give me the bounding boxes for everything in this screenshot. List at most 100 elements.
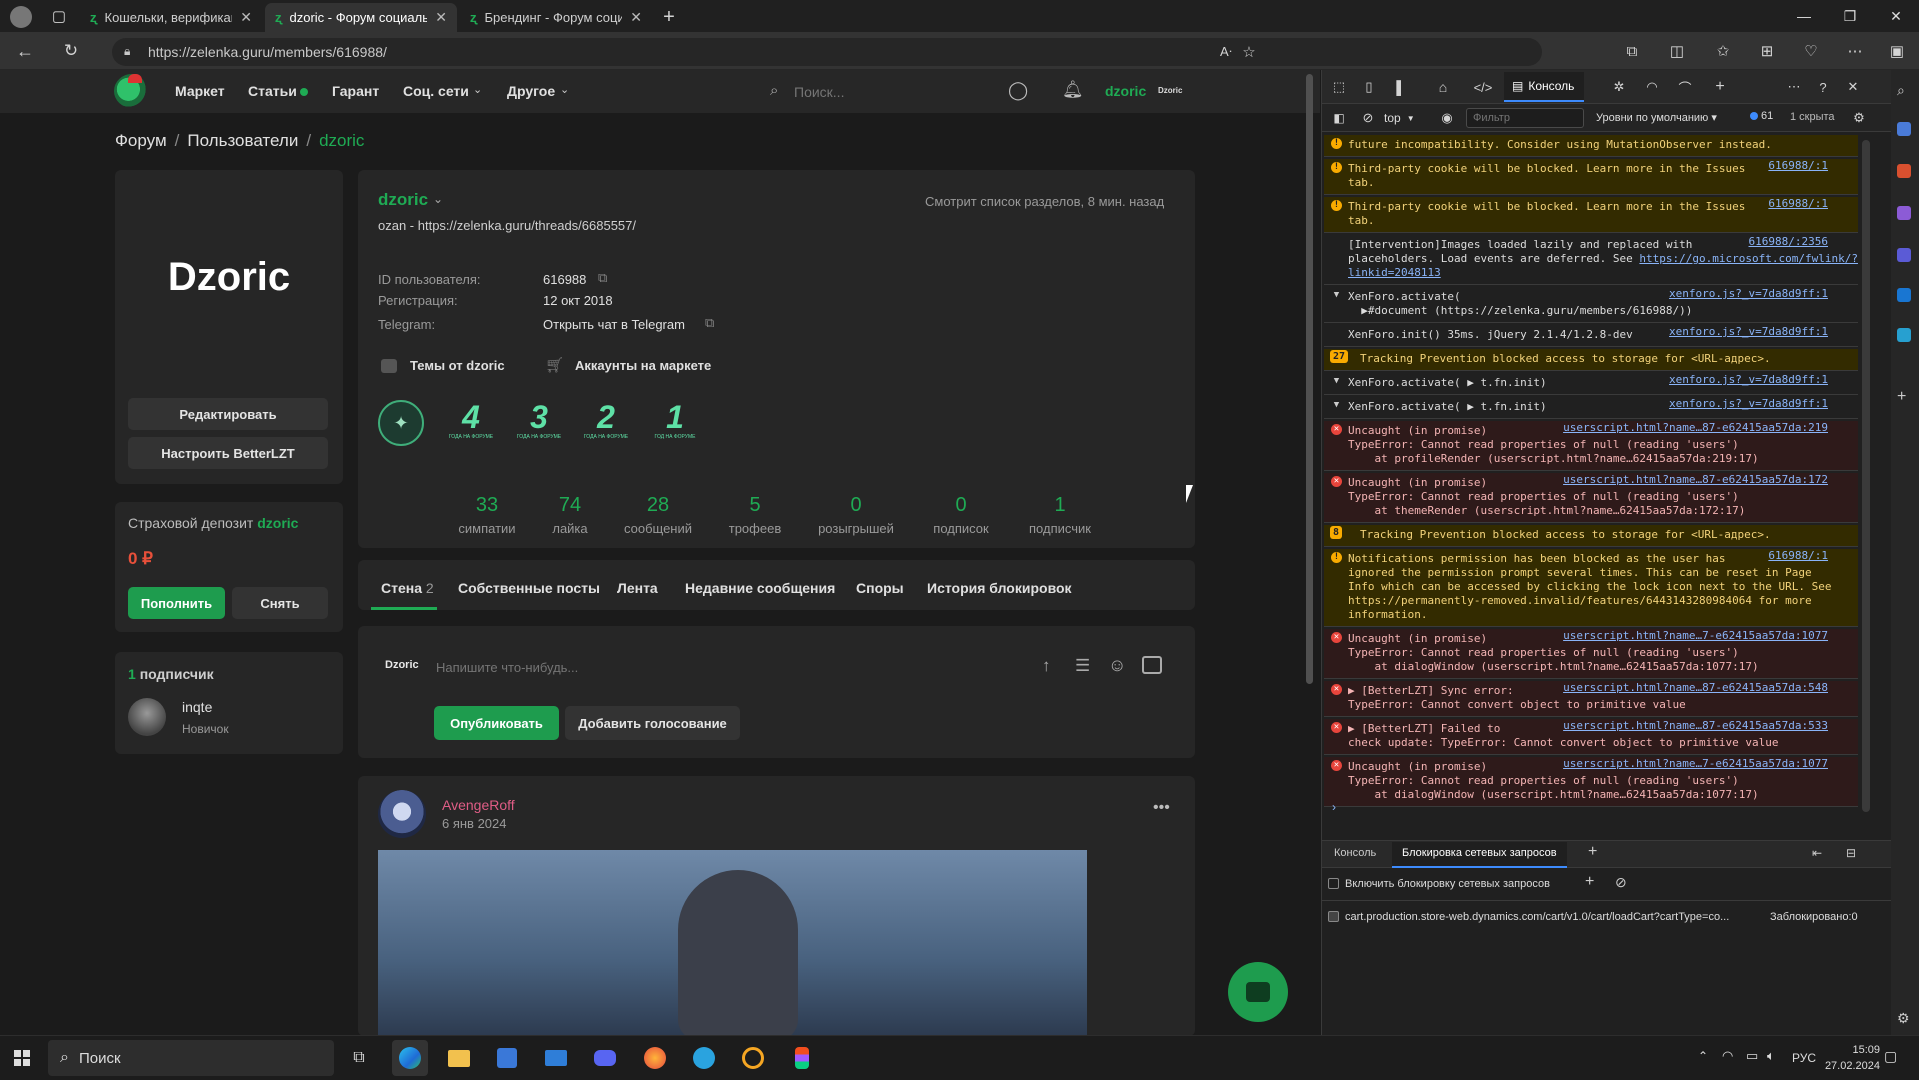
drawer-tab-console[interactable]: Консоль [1334,847,1376,859]
discord-icon[interactable] [587,1040,623,1076]
read-aloud-icon[interactable]: Aᐧ [1220,39,1232,65]
browser-tab[interactable]: ʐ Брендинг - Форум социальной ✕ [460,3,652,32]
follower-name[interactable]: inqte [182,699,212,715]
stat-trophies[interactable]: 5 трофеев [705,494,805,536]
nav-articles[interactable]: Статьи [248,83,297,99]
clear-console-icon[interactable]: ⊘ [1355,105,1381,131]
restore-icon[interactable]: ❐ [1827,0,1873,32]
file-explorer-icon[interactable] [441,1040,477,1076]
console-source-link[interactable]: userscript.html?name…7-e62415aa57da:1077 [1563,629,1828,643]
add-sidebar-app-icon[interactable]: + [1897,388,1906,406]
console-message[interactable]: ▼ XenForo.activate( ▶ t.fn.init) xenforo.j… [1324,397,1858,419]
tab-feed[interactable]: Лента [617,580,658,596]
console-settings-gear-icon[interactable]: ⚙ [1846,105,1872,131]
tools-icon[interactable] [1897,206,1911,220]
games-icon[interactable] [1897,248,1911,262]
expand-triangle-icon[interactable]: ▼ [1331,290,1342,301]
telegram-link[interactable]: Открыть чат в Telegram [543,317,685,332]
blocked-pattern-url[interactable]: cart.production.store-web.dynamics.com/c… [1345,911,1765,923]
network-wifi-icon[interactable]: ◠ [1639,74,1665,100]
welcome-home-icon[interactable]: ⌂ [1430,74,1456,100]
close-window-icon[interactable]: ✕ [1873,0,1919,32]
console-scrollbar[interactable] [1862,140,1870,812]
console-message[interactable]: ! Notifications permission has been block… [1324,549,1858,627]
copilot-icon[interactable] [1897,122,1911,136]
telegram-icon[interactable] [686,1040,722,1076]
tab-actions-icon[interactable]: ▢ [46,3,72,29]
elements-icon[interactable]: </> [1470,74,1496,100]
console-filter-input[interactable] [1466,108,1584,128]
refresh-icon[interactable]: ↻ [58,38,84,64]
publish-button[interactable]: Опубликовать [434,706,559,740]
console-message[interactable]: ✕ Uncaught (in promise) TypeError: Cannot… [1324,473,1858,523]
copy-icon[interactable]: ⧉ [705,315,714,331]
console-source-link[interactable]: userscript.html?name…87-e62415aa57da:533 [1563,719,1828,733]
console-prompt-icon[interactable]: › [1332,800,1336,814]
console-message[interactable]: ! Third-party cookie will be blocked. Lea… [1324,197,1858,233]
taskbar-search[interactable]: ⌕ Поиск [48,1040,334,1076]
console-message[interactable]: [Intervention]Images loaded lazily and r… [1324,235,1858,285]
tab-disputes[interactable]: Споры [856,580,904,596]
drawer-tab-request-blocking[interactable]: Блокировка сетевых запросов [1392,842,1567,868]
tab-own-posts[interactable]: Собственные посты [458,580,600,596]
back-icon[interactable]: ← [12,38,38,64]
tab-wall[interactable]: Стена 2 [381,580,434,596]
console-message[interactable]: 27 Tracking Prevention blocked access to … [1324,349,1858,371]
browser-tab[interactable]: ʐ Кошельки, верификация - Фор ✕ [80,3,262,32]
nav-username[interactable]: dzoric [1105,83,1146,99]
avatar[interactable] [128,698,166,736]
page-scrollbar[interactable] [1306,74,1313,684]
console-source-link[interactable]: 616988/:1 [1768,197,1828,211]
chat-icon[interactable]: ◯ [1008,80,1028,101]
console-source-link[interactable]: xenforo.js?_v=7da8d9ff:1 [1669,325,1828,339]
profile-avatar-icon[interactable] [10,6,32,28]
chat-fab-button[interactable] [1228,962,1288,1022]
console-source-link[interactable]: userscript.html?name…7-e62415aa57da:1077 [1563,757,1828,771]
breadcrumb-forum[interactable]: Форум [115,131,167,151]
console-message[interactable]: ✕ ▶ [BetterLZT] Failed to check update: T… [1324,719,1858,755]
sidebar-toggle-icon[interactable]: ▣ [1884,38,1910,64]
sources-bug-icon[interactable]: ✲ [1606,74,1632,100]
figma-icon[interactable] [784,1040,820,1076]
smile-icon[interactable]: ☺ [1108,655,1126,676]
shopping-icon[interactable] [1897,164,1911,178]
help-icon[interactable]: ? [1810,74,1836,100]
collections-icon[interactable]: ⊞ [1754,38,1780,64]
volume-icon[interactable]: 🔈︎ [1767,1048,1775,1064]
console-message[interactable]: 8 Tracking Prevention blocked access to s… [1324,525,1858,547]
market-accounts-link[interactable]: Аккаунты на маркете [575,358,711,373]
wifi-icon[interactable]: ◠ [1722,1048,1733,1064]
trophy-badge[interactable]: 4 ГОДА НА ФОРУМЕ [448,400,494,446]
site-search[interactable]: ⌕ [760,79,970,105]
chevron-down-icon[interactable]: ⌄ [433,192,443,206]
stat-giveaways[interactable]: 0 розыгрышей [806,494,906,536]
stat-subscriptions[interactable]: 0 подписок [911,494,1011,536]
firefox-icon[interactable] [637,1040,673,1076]
nav-social[interactable]: Соц. сети [403,83,469,99]
remove-all-patterns-icon[interactable]: ⊘ [1615,874,1627,891]
log-levels-dropdown[interactable]: Уровни по умолчанию ▾ [1596,111,1717,124]
bell-icon[interactable]: 🔔︎ [1062,80,1084,100]
inspect-icon[interactable]: ⬚ [1326,74,1352,100]
console-message[interactable]: ▼ XenForo.activate( ▶ t.fn.init) xenforo.j… [1324,373,1858,395]
task-view-icon[interactable]: ⧉ [341,1040,377,1076]
clock-app-icon[interactable] [735,1040,771,1076]
post-menu-icon[interactable]: ••• [1153,799,1170,817]
add-poll-button[interactable]: Добавить голосование [565,706,740,740]
dock-icon[interactable]: ▌ [1388,74,1414,100]
windows-start-icon[interactable] [4,1040,40,1076]
deposit-topup-button[interactable]: Пополнить [128,587,225,619]
console-message[interactable]: ! future incompatibility. Consider using … [1324,135,1858,157]
deposit-withdraw-button[interactable]: Снять [232,587,328,619]
trophy-badge[interactable]: 3 ГОДА НА ФОРУМЕ [516,400,562,446]
post-date[interactable]: 6 янв 2024 [442,816,507,831]
expand-triangle-icon[interactable]: ▼ [1331,376,1342,387]
url-bar[interactable]: 🔒︎ https://zelenka.guru/members/616988/ … [112,38,1542,66]
post-author[interactable]: AvengeRoff [442,797,515,813]
favorite-star-icon[interactable]: ☆ [1236,39,1262,65]
context-selector[interactable]: top ▼ [1384,109,1428,127]
close-drawer-icon[interactable]: ⊟ [1846,846,1856,860]
console-source-link[interactable]: userscript.html?name…87-e62415aa57da:548 [1563,681,1828,695]
dock-drawer-icon[interactable]: ⇤ [1812,846,1822,860]
edge-app-icon[interactable] [392,1040,428,1076]
